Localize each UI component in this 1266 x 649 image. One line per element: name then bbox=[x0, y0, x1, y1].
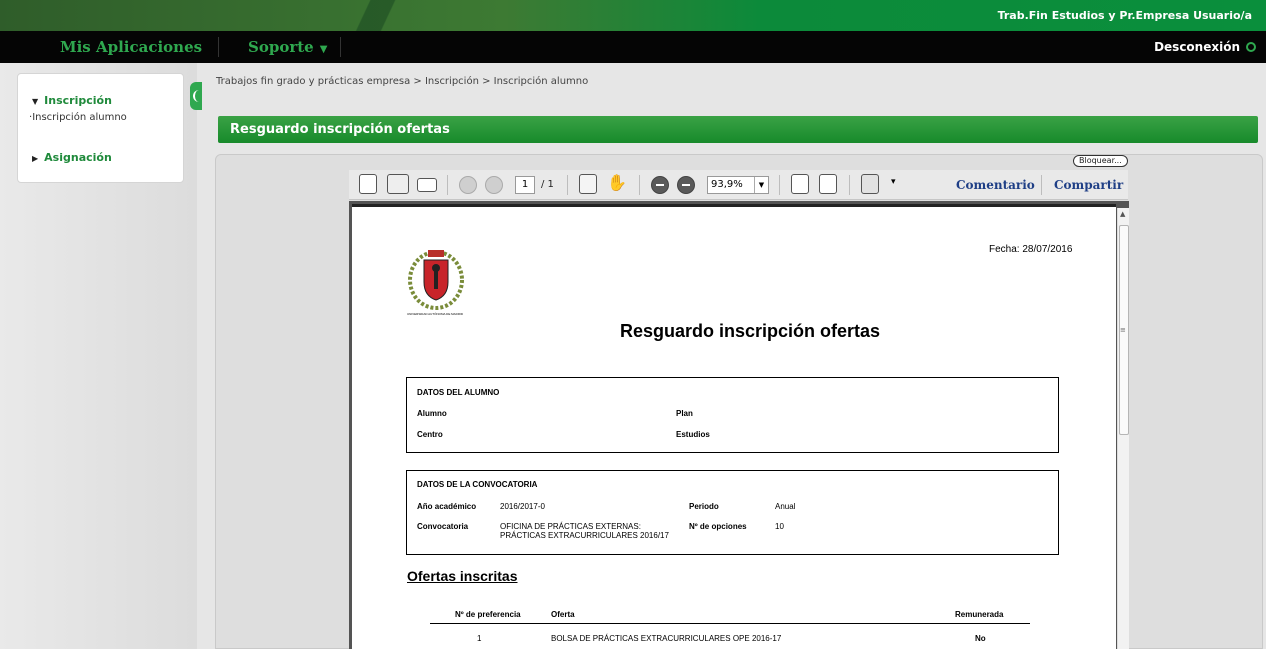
fullscreen-icon[interactable] bbox=[861, 174, 879, 194]
page-number-input[interactable]: 1 bbox=[515, 176, 535, 194]
estudios-label: Estudios bbox=[676, 430, 710, 439]
period-value: Anual bbox=[775, 502, 796, 511]
breadcrumb: Trabajos fin grado y prácticas empresa >… bbox=[216, 76, 589, 87]
table-header-offer: Oferta bbox=[551, 610, 575, 619]
user-role-label: Trab.Fin Estudios y Pr.Empresa Usuario/a bbox=[997, 9, 1252, 22]
menu-support[interactable]: Soporte ▼ bbox=[248, 31, 327, 63]
table-header-preference: Nº de preferencia bbox=[455, 610, 521, 619]
call-box-heading: DATOS DE LA CONVOCATORIA bbox=[417, 480, 538, 489]
chevron-down-icon: ▼ bbox=[319, 44, 328, 55]
pdf-toolbar: 1 / 1 ✋ 93,9% ▼ ▾ Comentario Compartir bbox=[349, 170, 1128, 200]
call-label: Convocatoria bbox=[417, 522, 469, 531]
period-label: Periodo bbox=[689, 502, 719, 511]
top-banner: Trab.Fin Estudios y Pr.Empresa Usuario/a bbox=[0, 0, 1266, 31]
sidebar-item-inscripcion[interactable]: ▼ Inscripción bbox=[32, 94, 112, 107]
select-tool-icon[interactable] bbox=[579, 174, 597, 194]
student-data-box bbox=[406, 377, 1059, 453]
alumno-label: Alumno bbox=[417, 409, 447, 418]
sidebar-subitem-inscripcion-alumno[interactable]: ·Inscripción alumno bbox=[29, 112, 127, 123]
pdf-scrollbar[interactable]: ▲ ≡ bbox=[1117, 208, 1129, 649]
zoom-in-icon[interactable] bbox=[677, 176, 695, 194]
page-total: / 1 bbox=[541, 179, 554, 190]
fit-width-icon[interactable] bbox=[819, 174, 837, 194]
next-page-icon[interactable] bbox=[485, 176, 503, 194]
collapse-icon bbox=[193, 90, 199, 102]
document-title: Resguardo inscripción ofertas bbox=[620, 321, 881, 341]
centro-label: Centro bbox=[417, 430, 443, 439]
document-date: Fecha: 28/07/2016 bbox=[989, 244, 1073, 255]
menu-divider bbox=[340, 37, 341, 57]
expanded-triangle-icon: ▼ bbox=[32, 97, 39, 106]
zoom-out-icon[interactable] bbox=[651, 176, 669, 194]
save-icon[interactable] bbox=[359, 174, 377, 194]
grip-icon: ≡ bbox=[1120, 326, 1126, 334]
plan-label: Plan bbox=[676, 409, 693, 418]
previous-page-icon[interactable] bbox=[459, 176, 477, 194]
page-title: Resguardo inscripción ofertas bbox=[218, 116, 1258, 143]
year-value: 2016/2017-0 bbox=[500, 502, 545, 511]
logout-button[interactable]: Desconexión bbox=[1154, 31, 1256, 63]
fit-page-icon[interactable] bbox=[791, 174, 809, 194]
power-icon bbox=[1246, 42, 1256, 52]
lock-button[interactable]: Bloquear... bbox=[1073, 155, 1128, 167]
table-divider bbox=[430, 623, 1030, 624]
share-button[interactable]: Compartir bbox=[1054, 178, 1123, 200]
table-header-paid: Remunerada bbox=[955, 610, 1004, 619]
logout-label: Desconexión bbox=[1154, 40, 1240, 54]
table-cell-preference: 1 bbox=[477, 634, 482, 643]
collapse-sidebar-button[interactable] bbox=[190, 82, 202, 110]
print-icon[interactable] bbox=[387, 174, 409, 194]
menu-support-label: Soporte bbox=[248, 38, 314, 56]
student-box-heading: DATOS DEL ALUMNO bbox=[417, 388, 500, 397]
email-icon[interactable] bbox=[417, 178, 437, 192]
sidebar: ▼ Inscripción ·Inscripción alumno ▶ Asigna… bbox=[17, 73, 184, 183]
options-label: Nº de opciones bbox=[689, 522, 747, 531]
options-value: 10 bbox=[775, 522, 784, 531]
hand-tool-icon[interactable]: ✋ bbox=[607, 173, 627, 195]
more-tools-icon[interactable]: ▾ bbox=[891, 177, 896, 199]
call-value-line2: PRÁCTICAS EXTRACURRICULARES 2016/17 bbox=[500, 531, 669, 540]
crest-caption: UNIVERSIDAD AUTÓNOMA DE MADRID bbox=[407, 312, 464, 316]
collapsed-triangle-icon: ▶ bbox=[32, 154, 39, 163]
comment-button[interactable]: Comentario bbox=[956, 178, 1035, 200]
banner-decoration bbox=[320, 0, 430, 31]
table-cell-paid: No bbox=[975, 634, 986, 643]
main-menu-bar: Mis Aplicaciones Soporte ▼ Desconexión bbox=[0, 31, 1266, 63]
table-cell-offer: BOLSA DE PRÁCTICAS EXTRACURRICULARES OPE… bbox=[551, 634, 782, 643]
zoom-level-select[interactable]: 93,9% ▼ bbox=[707, 176, 769, 194]
menu-my-apps[interactable]: Mis Aplicaciones bbox=[60, 31, 202, 63]
scroll-up-icon[interactable]: ▲ bbox=[1120, 210, 1125, 218]
zoom-value: 93,9% bbox=[711, 179, 743, 190]
sidebar-item-label: Asignación bbox=[44, 151, 112, 164]
year-label: Año académico bbox=[417, 502, 477, 511]
menu-divider bbox=[218, 37, 219, 57]
sidebar-item-label: Inscripción bbox=[44, 94, 112, 107]
offers-title: Ofertas inscritas bbox=[407, 568, 518, 584]
call-value-line1: OFICINA DE PRÁCTICAS EXTERNAS: bbox=[500, 522, 641, 531]
university-crest-logo bbox=[408, 250, 464, 310]
chevron-down-icon: ▼ bbox=[754, 177, 768, 193]
sidebar-subitem-label: Inscripción alumno bbox=[32, 112, 127, 123]
sidebar-item-asignacion[interactable]: ▶ Asignación bbox=[32, 151, 112, 164]
